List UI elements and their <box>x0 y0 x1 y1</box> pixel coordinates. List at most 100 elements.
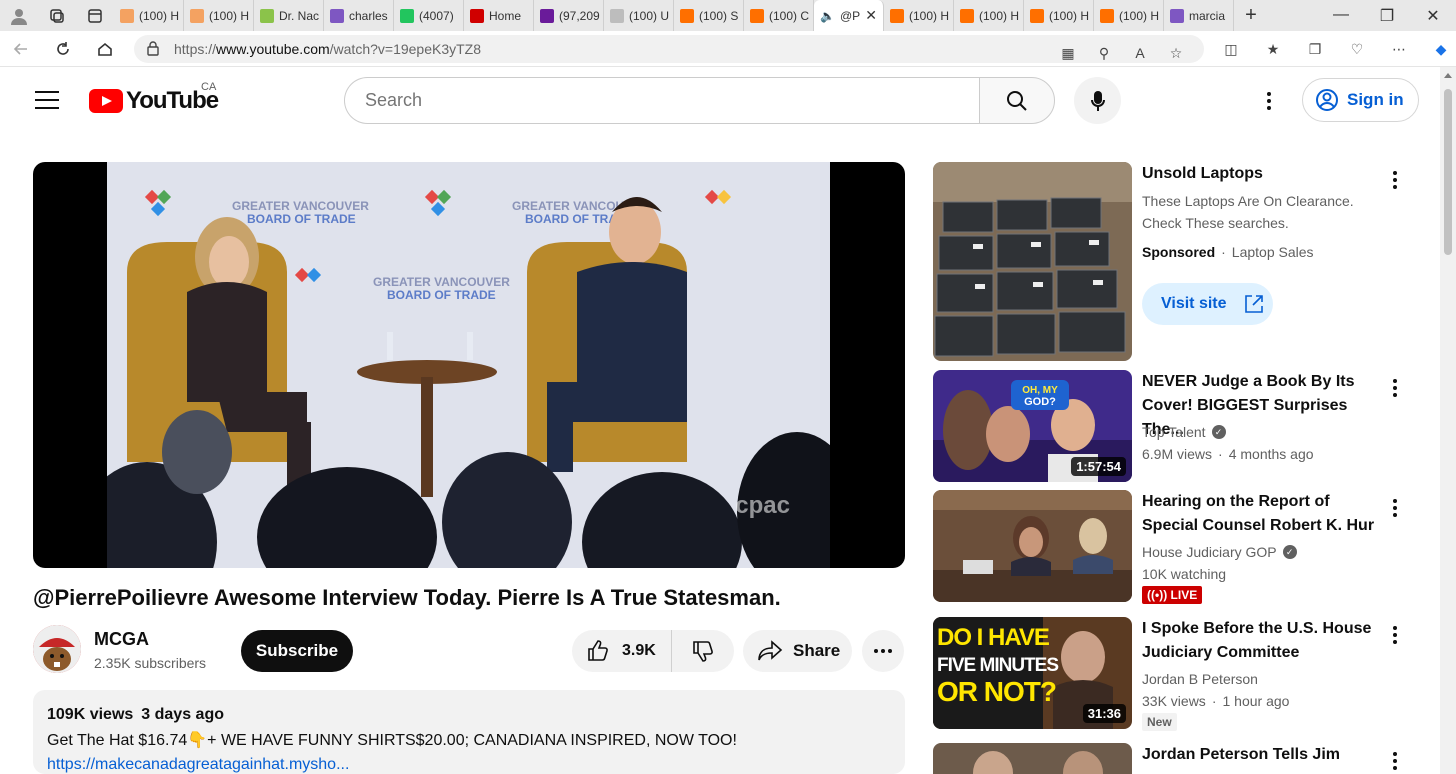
browser-tab[interactable]: (100) H <box>1094 0 1164 31</box>
workspaces-icon[interactable] <box>38 0 76 31</box>
new-badge: New <box>1142 713 1177 731</box>
speaker-icon[interactable]: 🔈 <box>820 9 835 23</box>
video-thumbnail[interactable]: OH, MY GOD? 1:57:54 <box>933 370 1132 482</box>
channel-avatar[interactable] <box>33 625 81 673</box>
settings-kebab-icon[interactable] <box>1253 87 1285 115</box>
verified-icon: ✓ <box>1211 425 1226 439</box>
profile-icon[interactable] <box>0 0 38 31</box>
video-thumbnail[interactable] <box>933 490 1132 602</box>
voice-search-button[interactable] <box>1074 77 1121 124</box>
back-button[interactable] <box>0 31 42 67</box>
search-button[interactable] <box>979 77 1055 124</box>
view-count: 33K views <box>1142 693 1206 709</box>
sign-in-button[interactable]: Sign in <box>1302 78 1419 122</box>
svg-text:DO I HAVE: DO I HAVE <box>937 624 1050 651</box>
channel-label: Jordan B Peterson <box>1142 671 1258 687</box>
copilot-icon[interactable]: ◆ <box>1420 41 1456 58</box>
split-screen-icon[interactable]: ◫ <box>1210 41 1252 58</box>
read-aloud-icon[interactable]: A <box>1122 45 1158 61</box>
new-tab-button[interactable]: + <box>1234 4 1268 27</box>
home-button[interactable] <box>84 31 126 67</box>
like-count: 3.9K <box>622 642 656 659</box>
scrollbar-thumb[interactable] <box>1444 89 1452 255</box>
app-available-icon[interactable]: ▦ <box>1050 45 1086 62</box>
browser-tab[interactable]: (97,209 <box>534 0 604 31</box>
sidebar-video[interactable]: Jordan Peterson Tells Jim <box>933 743 1423 774</box>
description-box[interactable]: 109K views 3 days ago Get The Hat $16.74👇… <box>33 690 905 774</box>
browser-essentials-icon[interactable]: ♡ <box>1336 41 1378 58</box>
video-title-link[interactable]: I Spoke Before the U.S. House Judiciary … <box>1142 617 1382 665</box>
video-menu-icon[interactable] <box>1385 749 1405 773</box>
video-menu-icon[interactable] <box>1385 376 1405 400</box>
video-thumbnail[interactable]: DO I HAVE FIVE MINUTES OR NOT? 31:36 <box>933 617 1132 729</box>
browser-tab-label: (100) S <box>699 8 739 23</box>
share-button[interactable]: Share <box>743 630 852 672</box>
svg-text:BOARD OF TRADE: BOARD OF TRADE <box>247 212 356 226</box>
dislike-button[interactable] <box>672 630 734 672</box>
browser-tab[interactable]: (100) H <box>184 0 254 31</box>
video-thumbnail[interactable] <box>933 743 1132 774</box>
lock-icon[interactable] <box>146 40 160 59</box>
video-menu-icon[interactable] <box>1385 623 1405 647</box>
browser-tab[interactable]: (100) H <box>114 0 184 31</box>
scroll-up-arrow-icon[interactable] <box>1444 73 1452 78</box>
cpac-watermark: cpac <box>735 492 790 519</box>
share-arrow-icon <box>758 640 783 661</box>
ad-menu-icon[interactable] <box>1385 168 1405 192</box>
browser-tab[interactable]: marcia <box>1164 0 1234 31</box>
sidebar-video[interactable]: DO I HAVE FIVE MINUTES OR NOT? 31:36 I S… <box>933 617 1423 731</box>
video-channel[interactable]: House Judiciary GOP ✓ <box>1142 544 1297 560</box>
browser-tab[interactable]: Home <box>464 0 534 31</box>
browser-tab[interactable]: charles <box>324 0 394 31</box>
verified-icon: ✓ <box>1282 545 1297 559</box>
more-actions-icon[interactable] <box>862 630 904 672</box>
close-window-icon[interactable]: ✕ <box>1410 6 1456 26</box>
sidebar-video[interactable]: Hearing on the Report of Special Counsel… <box>933 490 1423 604</box>
video-player[interactable]: GREATER VANCOUVER BOARD OF TRADE GREATER… <box>33 162 905 568</box>
collections-icon[interactable]: ❐ <box>1294 41 1336 58</box>
url-path: /watch?v=19epeK3yTZ8 <box>329 41 482 57</box>
browser-tab[interactable]: (100) H <box>1024 0 1094 31</box>
video-channel[interactable]: Jordan B Peterson <box>1142 671 1258 687</box>
browser-tab[interactable]: (100) H <box>884 0 954 31</box>
search-input[interactable] <box>344 77 979 124</box>
ad-title[interactable]: Unsold Laptops <box>1142 162 1382 186</box>
favorites-icon[interactable]: ★ <box>1252 41 1294 58</box>
youtube-logo[interactable]: YouTube CA <box>89 81 219 115</box>
browser-tab[interactable]: (100) U <box>604 0 674 31</box>
refresh-button[interactable] <box>42 31 84 67</box>
menu-icon[interactable] <box>35 91 59 109</box>
video-title-link[interactable]: Jordan Peterson Tells Jim <box>1142 743 1382 767</box>
url-field[interactable]: https://www.youtube.com/watch?v=19epeK3y… <box>134 35 1204 63</box>
tab-actions-icon[interactable] <box>76 0 114 31</box>
settings-more-icon[interactable]: ⋯ <box>1378 41 1420 58</box>
browser-tab[interactable]: (100) C <box>744 0 814 31</box>
close-tab-icon[interactable]: ✕ <box>865 7 877 24</box>
channel-name[interactable]: MCGA <box>94 629 149 650</box>
subscriber-count: 2.35K subscribers <box>94 655 207 671</box>
video-menu-icon[interactable] <box>1385 496 1405 520</box>
sidebar-video[interactable]: OH, MY GOD? 1:57:54 NEVER Judge a Book B… <box>933 370 1423 482</box>
browser-tab[interactable]: (100) H <box>954 0 1024 31</box>
svg-text:OH, MY: OH, MY <box>1022 385 1058 396</box>
ad-thumbnail[interactable] <box>933 162 1132 361</box>
subscribe-button[interactable]: Subscribe <box>241 630 353 672</box>
browser-tab[interactable]: Dr. Nac <box>254 0 324 31</box>
minimize-icon[interactable]: — <box>1318 6 1364 26</box>
like-button[interactable]: 3.9K <box>572 630 672 672</box>
page-scrollbar[interactable] <box>1440 67 1456 774</box>
video-title-link[interactable]: Hearing on the Report of Special Counsel… <box>1142 490 1382 538</box>
visit-site-button[interactable]: Visit site <box>1142 283 1273 325</box>
favicon-icon <box>1170 8 1184 23</box>
browser-tab[interactable]: (100) S <box>674 0 744 31</box>
favorite-star-icon[interactable]: ☆ <box>1158 45 1194 62</box>
video-channel[interactable]: Top Talent ✓ <box>1142 424 1226 440</box>
description-link[interactable]: https://makecanadagreatagainhat.mysho... <box>47 756 349 773</box>
restore-icon[interactable]: ❐ <box>1364 6 1410 26</box>
url-protocol: https:// <box>174 41 217 57</box>
browser-tab[interactable]: 🔈 @P ✕ <box>814 0 884 31</box>
sidebar-ad[interactable]: Unsold Laptops These Laptops Are On Clea… <box>933 162 1423 362</box>
svg-text:OR NOT?: OR NOT? <box>937 676 1056 707</box>
browser-tab[interactable]: (4007) <box>394 0 464 31</box>
zoom-icon[interactable]: ⚲ <box>1086 45 1122 62</box>
